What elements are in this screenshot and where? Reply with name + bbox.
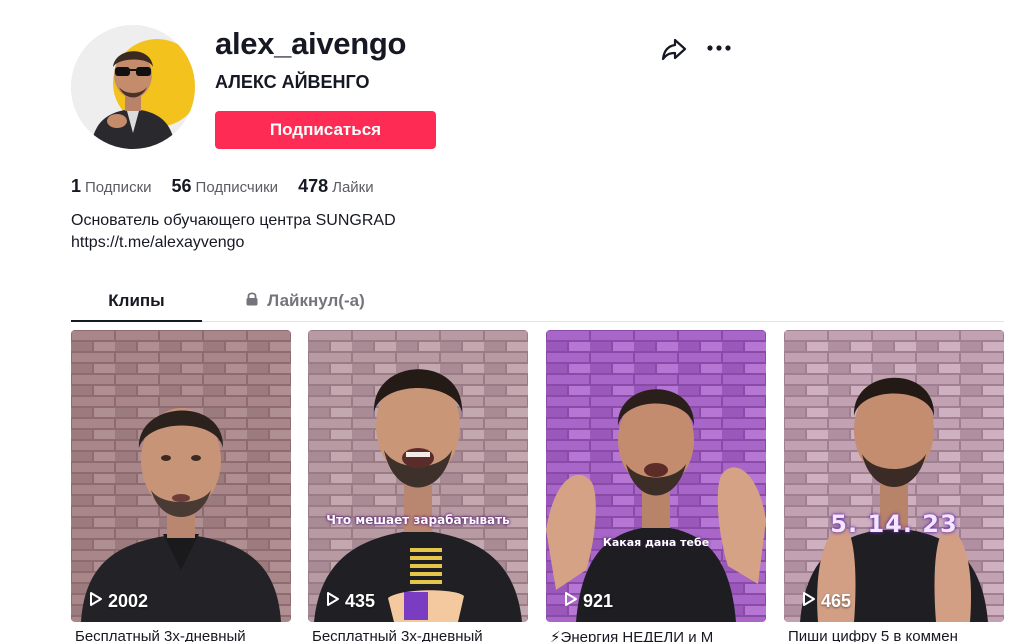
- stat-likes-label: Лайки: [332, 179, 374, 196]
- stat-following-value: 1: [71, 176, 82, 196]
- follow-button[interactable]: Подписаться: [215, 111, 436, 149]
- video-card[interactable]: Что мешает зарабатывать 435: [308, 330, 528, 622]
- play-icon: [326, 591, 340, 612]
- stat-following-label: Подписки: [85, 179, 152, 196]
- bio-link[interactable]: https://t.me/alexayvengo: [71, 232, 396, 254]
- profile-page: alex_aivengo АЛЕКС АЙВЕНГО Подписаться 1…: [0, 0, 1024, 642]
- lock-icon: [245, 291, 259, 311]
- video-overlay-text: 5. 14. 23: [830, 510, 958, 538]
- play-icon: [89, 591, 103, 612]
- stat-followers-label: Подписчики: [195, 179, 279, 196]
- video-overlay-text: Что мешает зарабатывать: [326, 513, 510, 527]
- stat-following[interactable]: 1 Подписки: [71, 176, 152, 197]
- nickname: АЛЕКС АЙВЕНГО: [215, 72, 370, 92]
- view-count: 2002: [89, 591, 148, 612]
- video-title[interactable]: Пиши цифру 5 в коммен: [788, 628, 1004, 642]
- play-icon: [564, 591, 578, 612]
- video-card[interactable]: 5. 14. 23 465: [784, 330, 1004, 622]
- stat-followers-value: 56: [171, 176, 192, 196]
- profile-tabs: Клипы Лайкнул(-а): [71, 280, 1004, 322]
- bio: Основатель обучающего центра SUNGRAD htt…: [71, 210, 396, 254]
- view-count: 465: [802, 591, 851, 612]
- profile-stats: 1 Подписки 56 Подписчики 478 Лайки: [71, 176, 374, 197]
- avatar[interactable]: [71, 25, 195, 149]
- tab-clips[interactable]: Клипы: [71, 280, 202, 322]
- video-grid: 2002 Что мешает зарабатывать 435 Какая д…: [71, 330, 1004, 630]
- play-icon: [802, 591, 816, 612]
- view-count-value: 921: [583, 591, 614, 611]
- more-icon[interactable]: [704, 35, 734, 63]
- bio-text: Основатель обучающего центра SUNGRAD: [71, 212, 396, 229]
- tab-liked-label: Лайкнул(-а): [267, 290, 365, 310]
- video-title[interactable]: Бесплатный 3х-дневный: [312, 628, 532, 642]
- username: alex_aivengo: [215, 26, 407, 61]
- video-title[interactable]: Бесплатный 3х-дневный: [75, 628, 295, 642]
- stat-likes-value: 478: [298, 176, 329, 196]
- video-titles: Бесплатный 3х-дневный Бесплатный 3х-днев…: [71, 628, 1004, 642]
- stat-followers[interactable]: 56 Подписчики: [172, 176, 279, 197]
- video-card[interactable]: Какая дана тебе 921: [546, 330, 766, 622]
- view-count: 921: [564, 591, 613, 612]
- stat-likes: 478 Лайки: [298, 176, 374, 197]
- video-overlay-text: Какая дана тебе: [602, 536, 710, 549]
- view-count-value: 2002: [108, 591, 149, 611]
- view-count-value: 465: [821, 591, 852, 611]
- tab-liked[interactable]: Лайкнул(-а): [235, 280, 375, 321]
- share-icon[interactable]: [660, 35, 688, 63]
- video-title[interactable]: ⚡Энергия НЕДЕЛИ и М: [550, 628, 770, 642]
- tab-clips-label: Клипы: [108, 290, 165, 310]
- view-count: 435: [326, 591, 375, 612]
- video-card[interactable]: 2002: [71, 330, 291, 622]
- view-count-value: 435: [345, 591, 376, 611]
